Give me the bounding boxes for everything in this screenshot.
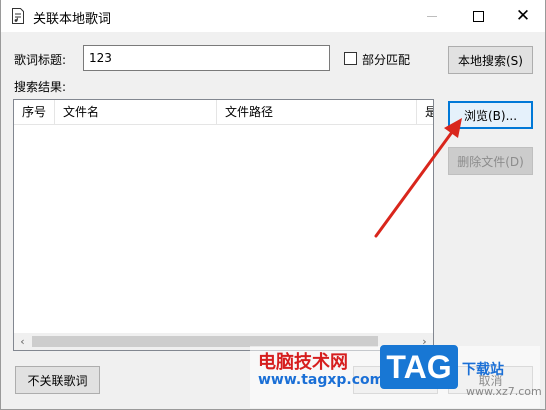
no-link-button[interactable]: 不关联歌词 [15,366,100,394]
partial-match-checkbox[interactable] [344,52,357,65]
minimize-button[interactable] [409,0,455,32]
watermark-site-name: 电脑技术网 [258,352,348,373]
watermark-download-site: 下载站 [462,362,504,378]
title-bar: 关联本地歌词 ✕ [1,0,545,32]
search-results-label: 搜索结果: [14,80,67,94]
watermark-download-url: www.xz7.com [466,385,542,398]
delete-file-button[interactable]: 删除文件(D) [448,147,533,175]
close-button[interactable]: ✕ [500,0,546,32]
local-search-button[interactable]: 本地搜索(S) [448,46,533,74]
browse-button[interactable]: 浏览(B)... [448,101,533,129]
scroll-left-icon[interactable]: ‹ [14,333,31,350]
list-header: 序号 文件名 文件路径 是 [14,100,433,125]
watermark-site-url: www.tagxp.com [258,372,385,388]
column-header-extra[interactable]: 是 [417,100,433,124]
maximize-button[interactable] [455,0,501,32]
column-header-index[interactable]: 序号 [14,100,55,124]
column-header-filepath[interactable]: 文件路径 [217,100,417,124]
partial-match-label: 部分匹配 [362,53,411,67]
watermark-tag-logo: TAG [380,345,458,389]
search-results-list[interactable]: 序号 文件名 文件路径 是 ‹ › [13,99,434,351]
close-icon: ✕ [515,5,531,26]
window-title: 关联本地歌词 [33,12,112,27]
maximize-icon [472,10,484,22]
lyrics-title-input[interactable] [83,45,330,71]
lyrics-title-label: 歌词标题: [14,53,67,67]
lyrics-document-icon [11,8,25,24]
minimize-icon [427,15,437,17]
column-header-filename[interactable]: 文件名 [55,100,217,124]
